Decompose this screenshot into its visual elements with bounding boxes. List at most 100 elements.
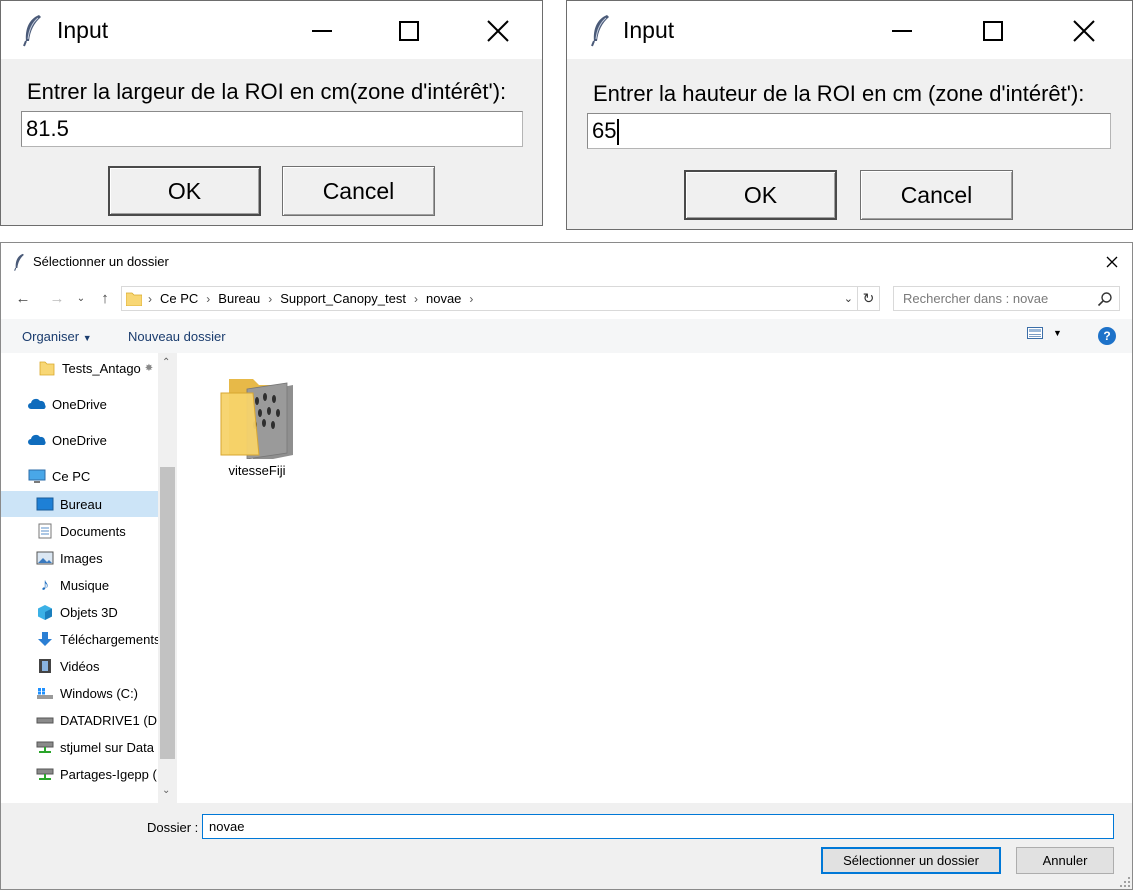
nav-item-partages[interactable]: Partages-Igepp ( (1, 761, 158, 787)
select-folder-label: Sélectionner un dossier (843, 853, 979, 868)
select-folder-button[interactable]: Sélectionner un dossier (821, 847, 1001, 874)
view-options-button[interactable]: ▼ (1027, 327, 1062, 339)
chevron-right-icon: › (206, 291, 211, 306)
text-caret (617, 119, 620, 146)
downloads-icon (36, 631, 54, 647)
nav-item-label: Ce PC (52, 468, 91, 484)
height-input[interactable]: 65 (587, 113, 1111, 149)
feather-icon (14, 253, 24, 271)
nav-item-label: stjumel sur Data (60, 739, 154, 755)
nav-item-label: Objets 3D (60, 604, 118, 620)
chevron-right-icon: › (268, 291, 273, 306)
caret-down-icon: ▼ (82, 333, 92, 343)
search-input[interactable] (894, 287, 1090, 310)
close-icon (487, 20, 509, 42)
nav-item-label: OneDrive (52, 396, 107, 412)
nav-item-stjumel[interactable]: stjumel sur Data (1, 734, 158, 760)
nav-item-onedrive-2[interactable]: OneDrive (1, 427, 158, 453)
folder-name-input[interactable] (202, 814, 1114, 839)
close-button[interactable] (1100, 251, 1124, 273)
refresh-button[interactable]: ↻ (858, 286, 880, 311)
maximize-button[interactable] (970, 11, 1016, 51)
scrollbar-thumb[interactable] (160, 467, 175, 759)
roi-height-dialog: Input Entrer la hauteur de la ROI en cm … (566, 0, 1133, 230)
nav-item-objets-3d[interactable]: Objets 3D (1, 599, 158, 625)
folder-icon (126, 292, 142, 306)
width-input-value: 81.5 (26, 116, 69, 141)
pin-icon: ✸ (144, 362, 154, 374)
cancel-button[interactable]: Cancel (282, 166, 435, 216)
command-bar: Organiser ▼ Nouveau dossier ▼ ? (1, 319, 1132, 353)
recent-locations-button[interactable]: ⌄ (73, 287, 89, 309)
nav-item-tests-antago[interactable]: Tests_Antago ✸ (1, 355, 158, 381)
chevron-right-icon: › (469, 291, 474, 306)
help-icon[interactable]: ? (1098, 327, 1116, 345)
view-icon (1027, 327, 1043, 339)
organize-menu[interactable]: Organiser ▼ (22, 329, 92, 344)
dialog-title: Input (623, 17, 675, 43)
breadcrumb-bureau[interactable]: Bureau (218, 291, 260, 306)
nav-item-windows-c[interactable]: Windows (C:) (1, 680, 158, 706)
width-input[interactable]: 81.5 (21, 111, 523, 147)
caret-down-icon: ▼ (1053, 328, 1062, 338)
folder-name: vitesseFiji (228, 463, 286, 478)
back-button[interactable]: ← (12, 287, 34, 309)
nav-item-musique[interactable]: ♪ Musique (1, 572, 158, 598)
minimize-button[interactable] (879, 11, 925, 51)
breadcrumb-ce-pc[interactable]: Ce PC (160, 291, 198, 306)
cancel-label: Cancel (322, 177, 395, 204)
cancel-button[interactable]: Annuler (1016, 847, 1114, 874)
navigation-scrollbar[interactable]: ⌃ ⌄ (158, 353, 177, 803)
nav-item-telechargements[interactable]: Téléchargements (1, 626, 158, 652)
nav-item-images[interactable]: Images (1, 545, 158, 571)
music-icon: ♪ (40, 575, 50, 594)
nav-item-ce-pc[interactable]: Ce PC (1, 463, 158, 489)
ok-button[interactable]: OK (684, 170, 837, 220)
folder-item[interactable]: vitesseFiji (207, 363, 307, 478)
cancel-label: Cancel (900, 181, 973, 208)
navigation-bar: ← → ⌄ ↑ › Ce PC › Bureau › Support_Canop… (1, 283, 1132, 313)
nav-item-documents[interactable]: Documents (1, 518, 158, 544)
title-bar: Input (1, 1, 542, 59)
network-drive-icon (36, 739, 54, 755)
nav-item-label: Téléchargements (60, 631, 158, 647)
nav-item-datadrive-d[interactable]: DATADRIVE1 (D:) (1, 707, 158, 733)
maximize-button[interactable] (386, 11, 432, 51)
breadcrumb-support-canopy[interactable]: Support_Canopy_test (280, 291, 406, 306)
breadcrumb-novae[interactable]: novae (426, 291, 461, 306)
feather-icon (23, 15, 41, 47)
close-button[interactable] (475, 11, 521, 51)
ok-label: OK (167, 177, 202, 204)
scroll-up-icon[interactable]: ⌃ (162, 357, 170, 368)
nav-item-videos[interactable]: Vidéos (1, 653, 158, 679)
title-bar: Sélectionner un dossier (1, 243, 1132, 281)
scroll-down-icon[interactable]: ⌄ (162, 785, 170, 796)
chevron-down-icon: ⌄ (76, 292, 86, 304)
minimize-button[interactable] (299, 11, 345, 51)
maximize-icon (983, 21, 1003, 41)
resize-grip-icon[interactable] (1120, 877, 1130, 887)
breadcrumb: › Ce PC › Bureau › Support_Canopy_test ›… (148, 291, 481, 306)
nav-item-label: Vidéos (60, 658, 100, 674)
cancel-button[interactable]: Cancel (860, 170, 1013, 220)
search-box (893, 286, 1120, 311)
network-drive-icon (36, 766, 54, 782)
new-folder-button[interactable]: Nouveau dossier (128, 329, 226, 344)
arrow-left-icon: ← (15, 289, 31, 307)
nav-item-onedrive[interactable]: OneDrive (1, 391, 158, 417)
ok-button[interactable]: OK (108, 166, 261, 216)
nav-item-bureau[interactable]: Bureau (1, 491, 158, 517)
bottom-panel: Dossier : Sélectionner un dossier Annule… (1, 803, 1132, 889)
chevron-right-icon: › (413, 291, 418, 306)
close-button[interactable] (1061, 11, 1107, 51)
refresh-icon: ↻ (862, 290, 875, 306)
dialog-title: Input (57, 17, 109, 43)
chevron-down-icon[interactable]: ⌄ (844, 292, 853, 305)
computer-icon (28, 468, 46, 484)
search-icon[interactable] (1097, 291, 1113, 307)
height-prompt: Entrer la hauteur de la ROI en cm (zone … (593, 81, 1085, 106)
nav-item-label: Documents (60, 523, 126, 539)
address-bar[interactable]: › Ce PC › Bureau › Support_Canopy_test ›… (121, 286, 858, 311)
up-button[interactable]: ↑ (94, 287, 116, 309)
forward-button[interactable]: → (46, 287, 68, 309)
